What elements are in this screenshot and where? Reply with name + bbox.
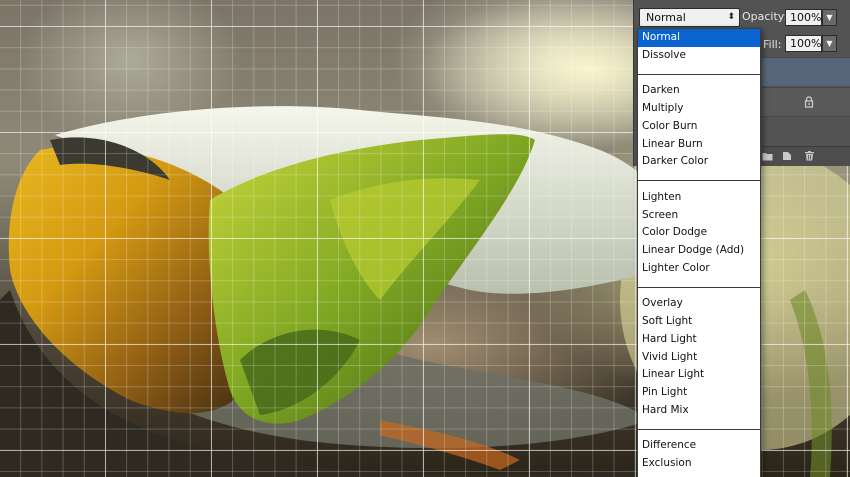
blend-mode-option[interactable]: Lighter Color bbox=[638, 260, 760, 278]
blend-mode-dropdown: Normal Dissolve Darken Multiply Color Burn Li… bbox=[637, 28, 761, 477]
blend-mode-option[interactable]: Exclusion bbox=[638, 455, 760, 473]
blend-mode-option[interactable]: Linear Dodge (Add) bbox=[638, 242, 760, 260]
menu-separator bbox=[638, 420, 760, 438]
opacity-dropdown-button[interactable]: ▼ bbox=[822, 9, 837, 26]
blend-mode-option[interactable]: Dissolve bbox=[638, 47, 760, 65]
blend-mode-current: Normal bbox=[646, 11, 686, 24]
menu-separator bbox=[638, 171, 760, 189]
blend-mode-option[interactable]: Pin Light bbox=[638, 384, 760, 402]
blend-mode-option[interactable]: Soft Light bbox=[638, 313, 760, 331]
fill-dropdown-button[interactable]: ▼ bbox=[822, 35, 837, 52]
blend-mode-option[interactable]: Darken bbox=[638, 82, 760, 100]
opacity-field[interactable]: 100% bbox=[785, 9, 822, 26]
blend-mode-option[interactable]: Linear Light bbox=[638, 366, 760, 384]
blend-mode-option[interactable]: Color Dodge bbox=[638, 224, 760, 242]
layer-row-selected[interactable] bbox=[762, 57, 850, 86]
menu-separator bbox=[638, 278, 760, 296]
blend-mode-option[interactable]: Hard Mix bbox=[638, 402, 760, 420]
blend-mode-option[interactable]: Screen bbox=[638, 207, 760, 225]
lock-icon bbox=[804, 96, 814, 108]
blend-mode-option[interactable]: Lighten bbox=[638, 189, 760, 207]
blend-mode-option[interactable]: Multiply bbox=[638, 100, 760, 118]
blend-mode-option[interactable]: Darker Color bbox=[638, 153, 760, 171]
blend-mode-option[interactable]: Linear Burn bbox=[638, 136, 760, 154]
blend-mode-option[interactable]: Normal bbox=[638, 29, 760, 47]
fill-field[interactable]: 100% bbox=[785, 35, 822, 52]
blend-mode-option[interactable]: Hard Light bbox=[638, 331, 760, 349]
blend-mode-option[interactable]: Color Burn bbox=[638, 118, 760, 136]
updown-arrows-icon: ⬍ bbox=[727, 12, 735, 22]
fill-label: Fill: bbox=[763, 38, 782, 51]
trash-icon[interactable] bbox=[804, 151, 815, 161]
blend-mode-option[interactable]: Vivid Light bbox=[638, 349, 760, 367]
menu-separator bbox=[638, 65, 760, 83]
blend-mode-option[interactable]: Difference bbox=[638, 437, 760, 455]
blend-mode-option[interactable]: Overlay bbox=[638, 295, 760, 313]
folder-icon[interactable] bbox=[762, 151, 773, 161]
new-layer-icon[interactable] bbox=[782, 151, 793, 161]
opacity-label: Opacity: bbox=[742, 10, 788, 23]
blend-mode-select[interactable]: Normal ⬍ bbox=[639, 8, 740, 27]
chevron-down-icon: ▼ bbox=[826, 13, 833, 22]
chevron-down-icon: ▼ bbox=[826, 39, 833, 48]
